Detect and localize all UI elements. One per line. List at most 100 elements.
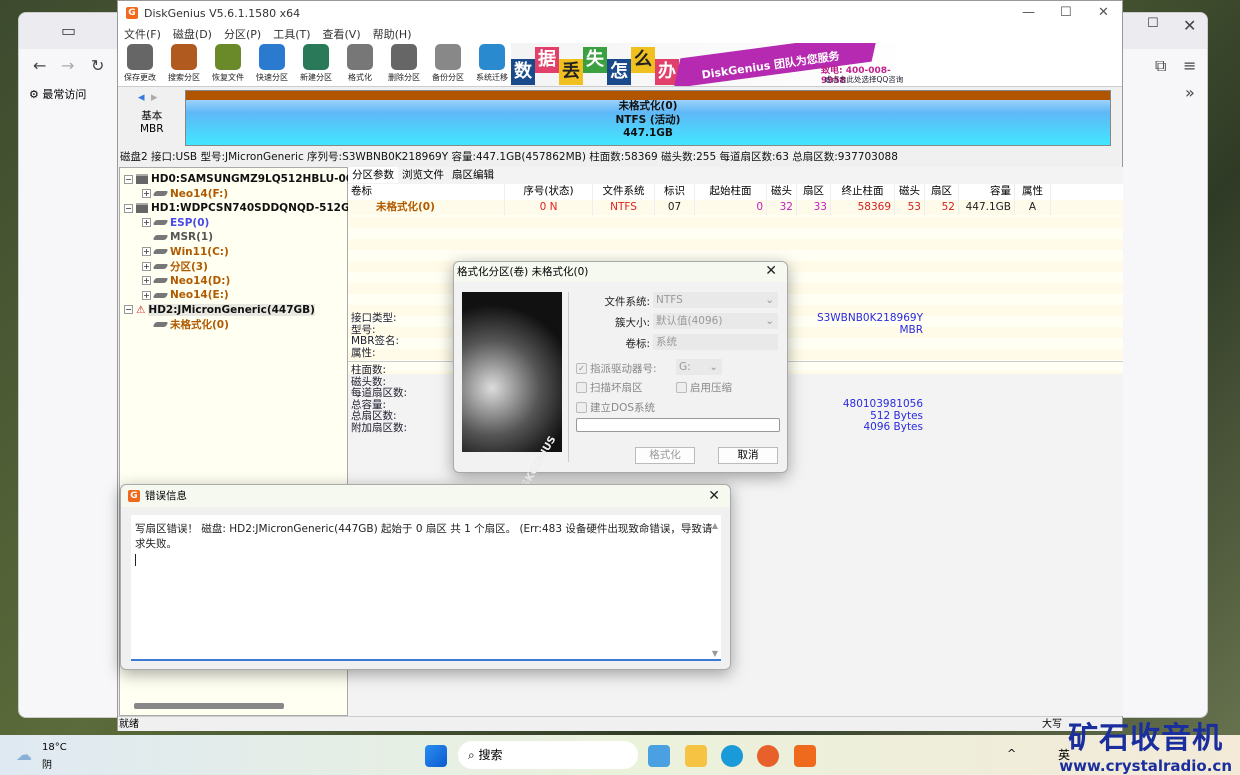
diskgenius-taskbar-icon[interactable]: [794, 745, 816, 767]
expand-toggle-icon[interactable]: +: [142, 247, 151, 256]
ad-banner[interactable]: 数据丢失怎么办 DiskGenius 团队为您服务 致电: 400-008-99…: [511, 43, 911, 86]
toolbar-button[interactable]: 系统迁移: [470, 44, 514, 86]
close-icon[interactable]: ✕: [765, 263, 777, 279]
tree-item[interactable]: +MSR(1): [142, 230, 213, 244]
column-header[interactable]: 扇区: [797, 184, 831, 200]
forward-icon[interactable]: →: [61, 56, 74, 75]
prev-disk-icon[interactable]: ◂: [138, 90, 145, 105]
expand-toggle-icon[interactable]: +: [142, 276, 151, 285]
menu-icon[interactable]: ≡: [1183, 56, 1196, 75]
expand-toggle-icon[interactable]: +: [142, 290, 151, 300]
tree-item[interactable]: − HD1:WDPCSN740SDDQNQD-512G-10(: [124, 201, 373, 215]
menu-item[interactable]: 磁盘(D): [173, 26, 212, 42]
toolbar-button[interactable]: 快速分区: [250, 44, 294, 86]
toolbar-button[interactable]: 备份分区: [426, 44, 470, 86]
chevron-down-icon: ⌄: [765, 294, 774, 306]
menu-item[interactable]: 文件(F): [124, 26, 161, 42]
tree-item-label: Neo14(F:): [170, 187, 229, 200]
menu-item[interactable]: 工具(T): [273, 26, 310, 42]
menu-item[interactable]: 帮助(H): [373, 26, 412, 42]
tab-group-icon[interactable]: ▭: [61, 21, 76, 40]
weather-cloud-icon[interactable]: ☁: [16, 745, 32, 764]
column-header[interactable]: 磁头: [767, 184, 797, 200]
tree-item[interactable]: + Neo14(F:): [142, 187, 228, 201]
scroll-down-icon[interactable]: ▼: [712, 649, 718, 658]
extensions-icon[interactable]: ⧉: [1155, 56, 1166, 76]
column-header[interactable]: 容量: [959, 184, 1015, 200]
menu-item[interactable]: 分区(P): [224, 26, 261, 42]
create-dos-checkbox[interactable]: 建立DOS系统: [576, 400, 655, 415]
close-icon[interactable]: ✕: [1183, 16, 1196, 35]
enable-compression-checkbox[interactable]: 启用压缩: [676, 380, 732, 395]
close-icon[interactable]: ✕: [1098, 5, 1109, 20]
tree-item[interactable]: + Win11(C:): [142, 245, 229, 259]
scroll-up-icon[interactable]: ▲: [712, 521, 718, 530]
table-cell: 未格式化(0): [348, 200, 505, 215]
column-header[interactable]: 属性: [1015, 184, 1051, 200]
column-header[interactable]: 终止柱面: [831, 184, 895, 200]
fs-select[interactable]: NTFS ⌄: [653, 292, 778, 308]
column-header[interactable]: 卷标: [348, 184, 505, 200]
tree-item[interactable]: − HD0:SAMSUNGMZ9LQ512HBLU-00B0: [124, 172, 368, 186]
file-explorer-icon[interactable]: [685, 745, 707, 767]
firefox-icon[interactable]: [757, 745, 779, 767]
tab-0[interactable]: 分区参数: [348, 167, 398, 183]
error-message-textarea[interactable]: 写扇区错误！ 磁盘: HD2:JMicronGeneric(447GB) 起始于…: [131, 515, 721, 661]
assign-drive-checkbox[interactable]: ✓ 指派驱动器号:: [576, 361, 657, 376]
partition-block[interactable]: 未格式化(0) NTFS (活动) 447.1GB: [185, 90, 1111, 146]
next-disk-icon[interactable]: ▸: [151, 90, 158, 105]
tree-item[interactable]: + Neo14(D:): [142, 274, 230, 288]
column-header[interactable]: 起始柱面: [695, 184, 767, 200]
format-button[interactable]: 格式化: [635, 447, 695, 464]
toolbar-button[interactable]: 搜索分区: [162, 44, 206, 86]
expand-toggle-icon[interactable]: +: [142, 261, 151, 271]
detail-label: 属性:: [351, 346, 376, 359]
bookmark-most-visited[interactable]: ⚙ 最常访问: [29, 86, 86, 102]
tree-item[interactable]: + 分区(3): [142, 259, 208, 273]
drive-letter-select[interactable]: G: ⌄: [676, 359, 722, 375]
tree-scrollbar[interactable]: [134, 703, 284, 709]
toolbar-button[interactable]: 删除分区: [382, 44, 426, 86]
reload-icon[interactable]: ↻: [91, 56, 104, 75]
toolbar-button[interactable]: 恢复文件: [206, 44, 250, 86]
toolbar-button[interactable]: 格式化: [338, 44, 382, 86]
column-header[interactable]: 标识: [655, 184, 695, 200]
column-header[interactable]: 序号(状态): [505, 184, 593, 200]
maximize-icon[interactable]: ☐: [1060, 5, 1072, 20]
maximize-icon[interactable]: ☐: [1147, 16, 1159, 31]
column-header[interactable]: 文件系统: [593, 184, 655, 200]
toolbar-button[interactable]: 保存更改: [118, 44, 162, 86]
column-header[interactable]: 磁头: [895, 184, 925, 200]
toolbar-button[interactable]: 新建分区: [294, 44, 338, 86]
close-icon[interactable]: ✕: [708, 488, 720, 504]
taskbar-search[interactable]: ⌕ 搜索: [458, 741, 638, 769]
expand-toggle-icon[interactable]: +: [142, 218, 151, 227]
expand-toggle-icon[interactable]: −: [124, 203, 133, 213]
column-header[interactable]: 扇区: [925, 184, 959, 200]
volume-label-input[interactable]: 系统: [653, 334, 778, 350]
tree-item[interactable]: − ⚠ HD2:JMicronGeneric(447GB): [124, 303, 315, 317]
tab-2[interactable]: 扇区编辑: [448, 167, 498, 183]
photos-app-icon[interactable]: [648, 745, 670, 767]
partition-icon: [152, 191, 169, 196]
tree-item[interactable]: + ESP(0): [142, 216, 209, 230]
table-row[interactable]: 未格式化(0) 0 N NTFS 07 0 32 33 58369 53 52 447.1GB A: [348, 200, 1123, 215]
edge-icon[interactable]: [721, 745, 743, 767]
tray-expand-icon[interactable]: ^: [1007, 747, 1016, 760]
start-icon[interactable]: [425, 745, 447, 767]
menu-item[interactable]: 查看(V): [323, 26, 361, 42]
cluster-select[interactable]: 默认值(4096) ⌄: [653, 313, 778, 329]
expand-toggle-icon[interactable]: −: [124, 174, 133, 184]
scan-bad-sectors-checkbox[interactable]: 扫描坏扇区: [576, 380, 643, 395]
tab-1[interactable]: 浏览文件: [398, 167, 448, 183]
expand-toggle-icon[interactable]: +: [142, 189, 151, 198]
more-bookmarks-icon[interactable]: »: [1185, 83, 1195, 102]
table-cell: 447.1GB: [959, 200, 1015, 215]
back-icon[interactable]: ←: [33, 56, 46, 75]
cancel-button[interactable]: 取消: [718, 447, 778, 464]
minimize-icon[interactable]: —: [1022, 5, 1035, 20]
partition-icon: [152, 292, 169, 298]
tree-item[interactable]: + Neo14(E:): [142, 288, 229, 302]
expand-toggle-icon[interactable]: −: [124, 305, 133, 314]
tree-item[interactable]: +未格式化(0): [142, 317, 229, 331]
